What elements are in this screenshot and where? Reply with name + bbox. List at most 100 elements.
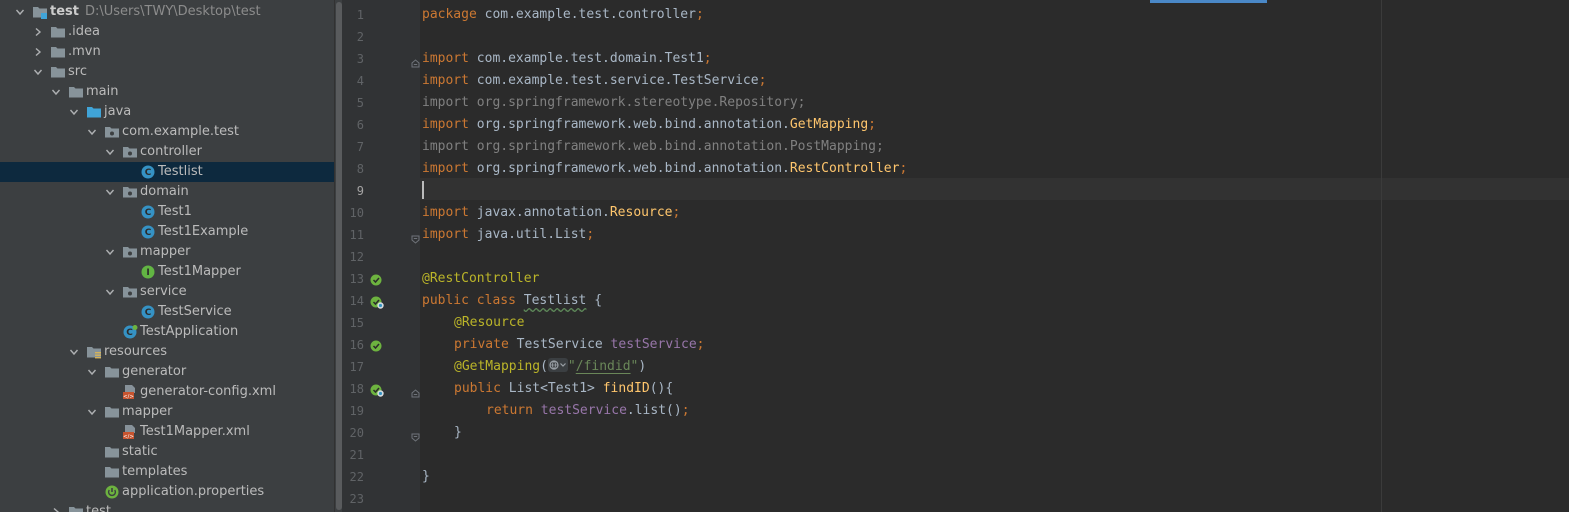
svg-text:C: C <box>145 208 152 218</box>
tree-item-service[interactable]: service <box>0 282 334 302</box>
code-line-1[interactable]: package com.example.test.controller; <box>422 2 704 24</box>
chevron-down-icon[interactable] <box>104 182 116 202</box>
tree-item-generator[interactable]: generator <box>0 362 334 382</box>
line-number[interactable]: 15 <box>342 310 364 332</box>
spring-bean-gutter-icon[interactable] <box>370 338 384 352</box>
url-path-link[interactable]: /findid <box>576 359 631 374</box>
code-line-14[interactable]: public class Testlist { <box>422 288 602 310</box>
tree-item-test1mapper[interactable]: I Test1Mapper <box>0 262 334 282</box>
tree-item-idea[interactable]: .idea <box>0 22 334 42</box>
code-line-20[interactable]: } <box>454 420 462 442</box>
line-number[interactable]: 23 <box>342 486 364 508</box>
code-line-13[interactable]: @RestController <box>422 266 539 288</box>
tree-item-main[interactable]: main <box>0 82 334 102</box>
line-number[interactable]: 8 <box>342 156 364 178</box>
request-mapping-gutter-icon[interactable] <box>370 382 384 397</box>
code-line-18[interactable]: public List<Test1> findID(){ <box>454 376 673 398</box>
code-line-16[interactable]: private TestService testService; <box>454 332 704 354</box>
chevron-right-icon[interactable] <box>32 22 44 42</box>
line-number[interactable]: 1 <box>342 2 364 24</box>
tree-root-test[interactable]: test D:\Users\TWY\Desktop\test <box>0 2 334 22</box>
chevron-down-icon[interactable] <box>86 122 98 142</box>
line-number[interactable]: 2 <box>342 24 364 46</box>
chevron-down-icon[interactable] <box>68 102 80 122</box>
code-line-10[interactable]: import javax.annotation.Resource; <box>422 200 680 222</box>
line-number[interactable]: 10 <box>342 200 364 222</box>
tree-item-java[interactable]: java <box>0 102 334 122</box>
line-number[interactable]: 12 <box>342 244 364 266</box>
tree-item-mapper-folder[interactable]: mapper <box>0 402 334 422</box>
fold-end-icon[interactable] <box>411 427 420 442</box>
chevron-down-icon[interactable] <box>86 402 98 422</box>
package-icon <box>122 184 138 200</box>
tree-item-test1[interactable]: C Test1 <box>0 202 334 222</box>
chevron-down-icon[interactable] <box>32 62 44 82</box>
chevron-down-icon[interactable] <box>68 342 80 362</box>
line-number[interactable]: 17 <box>342 354 364 376</box>
chevron-down-icon[interactable] <box>50 82 62 102</box>
code-editor[interactable]: package com.example.test.controller; imp… <box>420 0 1569 512</box>
tree-item-src[interactable]: src <box>0 62 334 82</box>
code-line-4[interactable]: import com.example.test.service.TestServ… <box>422 68 766 90</box>
tree-item-resources[interactable]: resources <box>0 342 334 362</box>
line-number[interactable]: 7 <box>342 134 364 156</box>
code-text: java.util.List <box>468 227 587 242</box>
tree-item-domain[interactable]: domain <box>0 182 334 202</box>
line-number[interactable]: 11 <box>342 222 364 244</box>
code-line-11[interactable]: import java.util.List; <box>422 222 594 244</box>
line-number[interactable]: 6 <box>342 112 364 134</box>
code-line-15[interactable]: @Resource <box>454 310 524 332</box>
fold-start-icon[interactable] <box>411 53 420 68</box>
code-line-17[interactable]: @GetMapping("/findid") <box>454 354 646 376</box>
spring-web-gutter-icon[interactable] <box>370 294 384 309</box>
line-number[interactable]: 19 <box>342 398 364 420</box>
tree-item-test1example[interactable]: C Test1Example <box>0 222 334 242</box>
tree-item-testservice[interactable]: C TestService <box>0 302 334 322</box>
tree-item-controller[interactable]: controller <box>0 142 334 162</box>
tree-item-testlist[interactable]: C Testlist <box>0 162 334 182</box>
code-line-5[interactable]: import org.springframework.stereotype.Re… <box>422 90 806 112</box>
keyword: public class <box>422 293 516 308</box>
tree-item-mapper-pkg[interactable]: mapper <box>0 242 334 262</box>
fold-start-icon[interactable] <box>411 383 420 398</box>
line-number[interactable]: 21 <box>342 442 364 464</box>
url-globe-inlay-icon[interactable] <box>547 358 568 372</box>
line-number[interactable]: 9 <box>342 178 364 200</box>
tree-item-testapplication[interactable]: C TestApplication <box>0 322 334 342</box>
chevron-down-icon[interactable] <box>104 142 116 162</box>
tree-item-generator-config-xml[interactable]: </> generator-config.xml <box>0 382 334 402</box>
tree-item-test-src[interactable]: test <box>0 502 334 512</box>
tree-item-label: generator <box>122 364 187 379</box>
tree-item-static[interactable]: static <box>0 442 334 462</box>
code-line-7[interactable]: import org.springframework.web.bind.anno… <box>422 134 884 156</box>
spring-bean-gutter-icon[interactable] <box>370 272 384 286</box>
line-number[interactable]: 20 <box>342 420 364 442</box>
line-number[interactable]: 13 <box>342 266 364 288</box>
line-number[interactable]: 4 <box>342 68 364 90</box>
line-number[interactable]: 14 <box>342 288 364 310</box>
tree-item-templates[interactable]: templates <box>0 462 334 482</box>
chevron-down-icon[interactable] <box>14 2 26 22</box>
tree-item-com-example-test[interactable]: com.example.test <box>0 122 334 142</box>
fold-end-icon[interactable] <box>411 229 420 244</box>
line-number[interactable]: 18 <box>342 376 364 398</box>
line-number[interactable]: 22 <box>342 464 364 486</box>
tree-item-test1mapper-xml[interactable]: </> Test1Mapper.xml <box>0 422 334 442</box>
folder-icon <box>104 464 120 480</box>
chevron-right-icon[interactable] <box>50 502 62 512</box>
code-line-6[interactable]: import org.springframework.web.bind.anno… <box>422 112 876 134</box>
code-line-8[interactable]: import org.springframework.web.bind.anno… <box>422 156 907 178</box>
chevron-down-icon[interactable] <box>104 282 116 302</box>
chevron-down-icon[interactable] <box>104 242 116 262</box>
tree-item-mvn[interactable]: .mvn <box>0 42 334 62</box>
code-line-22[interactable]: } <box>422 464 430 486</box>
tree-item-application-properties[interactable]: application.properties <box>0 482 334 502</box>
tree-item-label: service <box>140 284 187 299</box>
line-number[interactable]: 3 <box>342 46 364 68</box>
code-line-3[interactable]: import com.example.test.domain.Test1; <box>422 46 712 68</box>
line-number[interactable]: 5 <box>342 90 364 112</box>
line-number[interactable]: 16 <box>342 332 364 354</box>
code-line-19[interactable]: return testService.list(); <box>486 398 690 420</box>
chevron-right-icon[interactable] <box>32 42 44 62</box>
chevron-down-icon[interactable] <box>86 362 98 382</box>
